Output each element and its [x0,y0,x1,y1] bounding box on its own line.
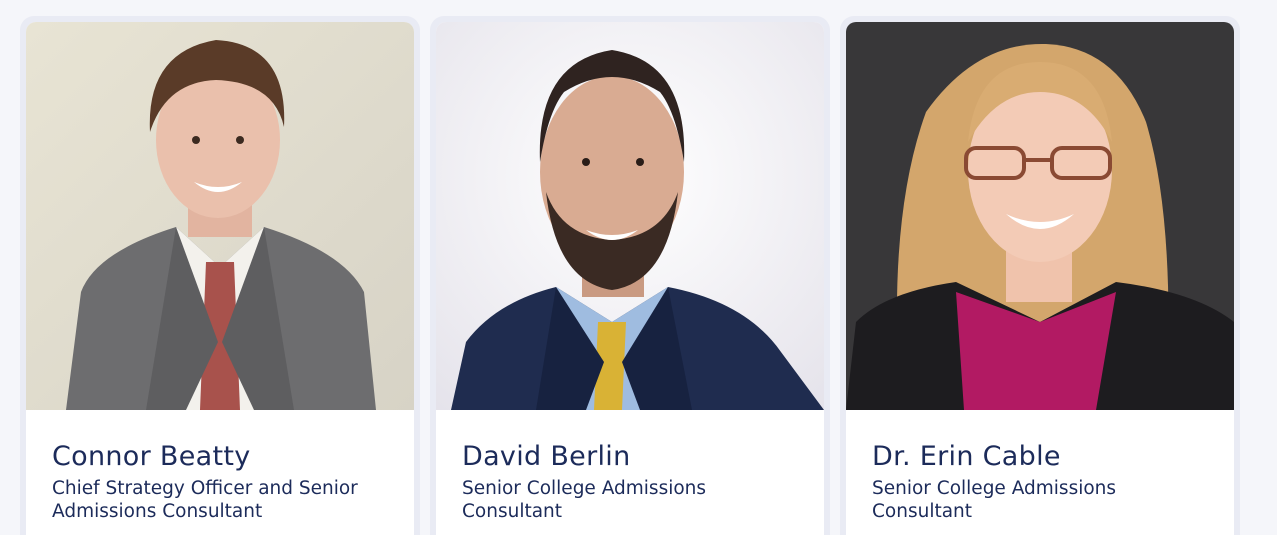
team-member-photo [436,22,824,410]
team-member-info: Connor Beatty Chief Strategy Officer and… [26,410,414,523]
team-card-connor-beatty[interactable]: Connor Beatty Chief Strategy Officer and… [26,22,414,535]
team-member-title: Senior College Admissions Consultant [872,478,1117,522]
team-card-wrapper: Connor Beatty Chief Strategy Officer and… [20,16,420,535]
team-member-info: David Berlin Senior College Admissions C… [436,410,824,523]
team-card-erin-cable[interactable]: Dr. Erin Cable Senior College Admissions… [846,22,1234,535]
team-member-title: Senior College Admissions Consultant [462,478,707,522]
team-card-wrapper: David Berlin Senior College Admissions C… [430,16,830,535]
team-member-photo [26,22,414,410]
team-member-info: Dr. Erin Cable Senior College Admissions… [846,410,1234,523]
team-card-david-berlin[interactable]: David Berlin Senior College Admissions C… [436,22,824,535]
team-member-name[interactable]: Dr. Erin Cable [872,440,1208,474]
team-card-wrapper: Dr. Erin Cable Senior College Admissions… [840,16,1240,535]
team-member-name[interactable]: David Berlin [462,440,798,474]
team-member-name[interactable]: Connor Beatty [52,440,388,474]
team-grid: Connor Beatty Chief Strategy Officer and… [20,16,1240,535]
team-member-title: Chief Strategy Officer and Senior Admiss… [52,478,358,522]
team-member-photo [846,22,1234,410]
